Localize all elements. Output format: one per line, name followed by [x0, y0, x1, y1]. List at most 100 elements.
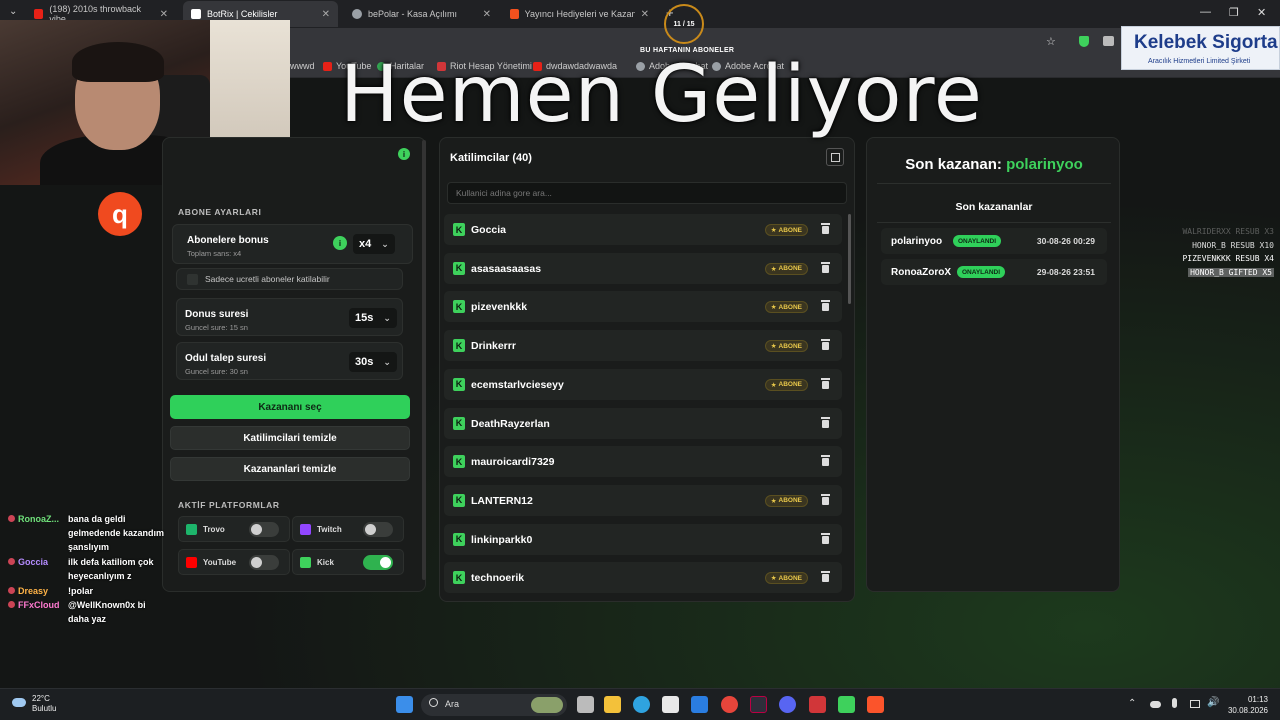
participant-row[interactable]: Klinkinparkk0 — [444, 523, 842, 555]
chat-username: Dreasy — [18, 586, 49, 596]
badge-label: ABONE — [778, 303, 802, 311]
duration-card: Donus suresi Guncel sure: 15 sn 15s ⌄ — [176, 298, 403, 336]
kick-toggle[interactable] — [363, 555, 393, 570]
taskbar-search[interactable]: Ara — [421, 694, 567, 716]
delete-icon[interactable] — [821, 261, 830, 273]
sponsor-banner: Kelebek Sigorta Aracılık Hizmetleri Limi… — [1121, 26, 1280, 70]
participant-scrollbar[interactable] — [848, 214, 851, 304]
badge-label: ABONE — [778, 381, 802, 389]
sub-alert: WALRIDERXX RESUB X3 — [1182, 227, 1274, 236]
chat-username: FFxCloud — [18, 600, 60, 610]
participant-row[interactable]: K Drinkerrr ★ ABONE — [444, 330, 842, 362]
windows-start-icon[interactable] — [396, 696, 413, 713]
participant-row[interactable]: Kasasaasaasas ★ ABONE — [444, 252, 842, 284]
participant-row[interactable]: Ktechnoerik ★ ABONE — [444, 562, 842, 594]
chrome-icon[interactable] — [721, 696, 738, 713]
discord-icon[interactable] — [779, 696, 796, 713]
participant-search-input[interactable]: Kullanici adina gore ara... — [447, 182, 847, 204]
weather-temp: 22°C — [32, 694, 50, 703]
youtube-icon — [323, 61, 332, 71]
clear-winners-button[interactable]: Kazananlari temizle — [170, 457, 410, 481]
delete-icon[interactable] — [821, 532, 830, 544]
winner-date: 29-08-26 23:51 — [1036, 267, 1095, 277]
recent-winners-title: Son kazananlar — [955, 201, 1033, 213]
close-icon[interactable]: ✕ — [322, 9, 330, 20]
info-icon[interactable]: i — [333, 236, 347, 250]
participant-row[interactable]: Kecemstarlvcieseyy ★ ABONE — [444, 368, 842, 400]
paid-only-option[interactable]: Sadece ucretli aboneler katilabilir — [176, 268, 403, 290]
extension-icon[interactable] — [1103, 36, 1114, 46]
delete-icon[interactable] — [821, 493, 830, 505]
tray-chevron-icon[interactable]: ⌃ — [1128, 698, 1136, 709]
chat-badge-icon — [8, 558, 15, 565]
close-icon[interactable]: ✕ — [641, 9, 649, 20]
delete-icon[interactable] — [821, 377, 830, 389]
sub-goal-counter: 11 / 15 — [664, 4, 704, 44]
tab-yayinci[interactable]: Yayıncı Hediyeleri ve Kazananlar ✕ — [502, 1, 657, 27]
close-icon[interactable]: ✕ — [160, 9, 168, 20]
duration-select[interactable]: 15s ⌄ — [349, 308, 397, 328]
youtube-toggle[interactable] — [249, 555, 279, 570]
subscriber-badge: ★ ABONE — [764, 262, 808, 275]
star-icon[interactable]: ☆ — [1046, 35, 1056, 48]
close-window-icon[interactable]: ✕ — [1257, 6, 1266, 19]
delete-icon[interactable] — [821, 455, 830, 467]
file-explorer-icon[interactable] — [604, 696, 621, 713]
brave-icon[interactable] — [867, 696, 884, 713]
chat-badge-icon — [8, 601, 15, 608]
kick-icon: K — [453, 532, 465, 546]
bonus-select[interactable]: x4 ⌄ — [353, 234, 395, 254]
participant-row[interactable]: Kpizevenkkk ★ ABONE — [444, 291, 842, 323]
participant-row[interactable]: K DeathRayzerlan — [444, 407, 842, 439]
delete-icon[interactable] — [821, 571, 830, 583]
edge-icon[interactable] — [633, 696, 650, 713]
task-view-icon[interactable] — [577, 696, 594, 713]
copy-icon[interactable] — [826, 148, 844, 166]
minimize-icon[interactable]: — — [1200, 6, 1211, 18]
participant-row[interactable]: K LANTERN12 ★ ABONE — [444, 484, 842, 516]
maximize-icon[interactable]: ❐ — [1229, 6, 1239, 19]
kick-app-icon[interactable] — [838, 696, 855, 713]
sub-alert: HONOR_B RESUB X10 — [1192, 240, 1274, 250]
subscriber-badge: ★ ABONE — [764, 572, 808, 585]
platform-label: Twitch — [317, 525, 342, 534]
delete-icon[interactable] — [821, 300, 830, 312]
pick-winner-button[interactable]: Kazananı seç — [170, 395, 410, 419]
store-icon[interactable] — [662, 696, 679, 713]
chat-username: RonoaZ... — [18, 514, 59, 524]
taskbar-search-label: Ara — [445, 699, 460, 709]
tab-bepolar[interactable]: bePolar - Kasa Açılımı ✕ — [344, 1, 499, 27]
delete-icon[interactable] — [821, 339, 830, 351]
trovo-icon — [186, 524, 197, 535]
paid-only-checkbox[interactable] — [187, 274, 198, 285]
cloud-sync-icon[interactable] — [1150, 701, 1161, 708]
participant-row[interactable]: K Goccia ★ ABONE — [444, 214, 842, 245]
twitch-toggle[interactable] — [363, 522, 393, 537]
delete-icon[interactable] — [821, 223, 830, 234]
settings-scrollbar[interactable] — [422, 140, 426, 580]
claim-select[interactable]: 30s ⌄ — [349, 352, 397, 372]
kick-icon: K — [453, 571, 465, 585]
platforms-title: AKTİF PLATFORMLAR — [178, 500, 280, 510]
riot-icon[interactable] — [809, 696, 826, 713]
cloud-icon — [12, 698, 26, 707]
claim-sub: Guncel sure: 30 sn — [185, 367, 248, 376]
tab-list-chevron-icon[interactable]: ⌄ — [9, 6, 17, 17]
info-icon[interactable]: i — [398, 148, 410, 160]
network-icon[interactable] — [1190, 700, 1200, 708]
volume-icon[interactable]: 🔊 — [1207, 697, 1219, 708]
delete-icon[interactable] — [821, 416, 830, 428]
clear-participants-button[interactable]: Katilimcilari temizle — [170, 426, 410, 450]
close-icon[interactable]: ✕ — [483, 9, 491, 20]
bookmark[interactable]: wwwd — [290, 61, 315, 71]
mail-icon[interactable] — [691, 696, 708, 713]
windows-taskbar: 22°C Bulutlu Ara ⌃ 🔊 01:13 30.08.2026 — [0, 688, 1280, 720]
shield-icon[interactable] — [1079, 36, 1089, 47]
participant-row[interactable]: Kmauroicardi7329 — [444, 446, 842, 478]
system-clock[interactable]: 01:13 30.08.2026 — [1226, 694, 1268, 716]
participant-name: DeathRayzerlan — [471, 417, 550, 430]
microphone-icon[interactable] — [1172, 698, 1177, 708]
participants-panel: Katilimcilar (40) Kullanici adina gore a… — [439, 137, 855, 602]
editor-icon[interactable] — [750, 696, 767, 713]
trovo-toggle[interactable] — [249, 522, 279, 537]
